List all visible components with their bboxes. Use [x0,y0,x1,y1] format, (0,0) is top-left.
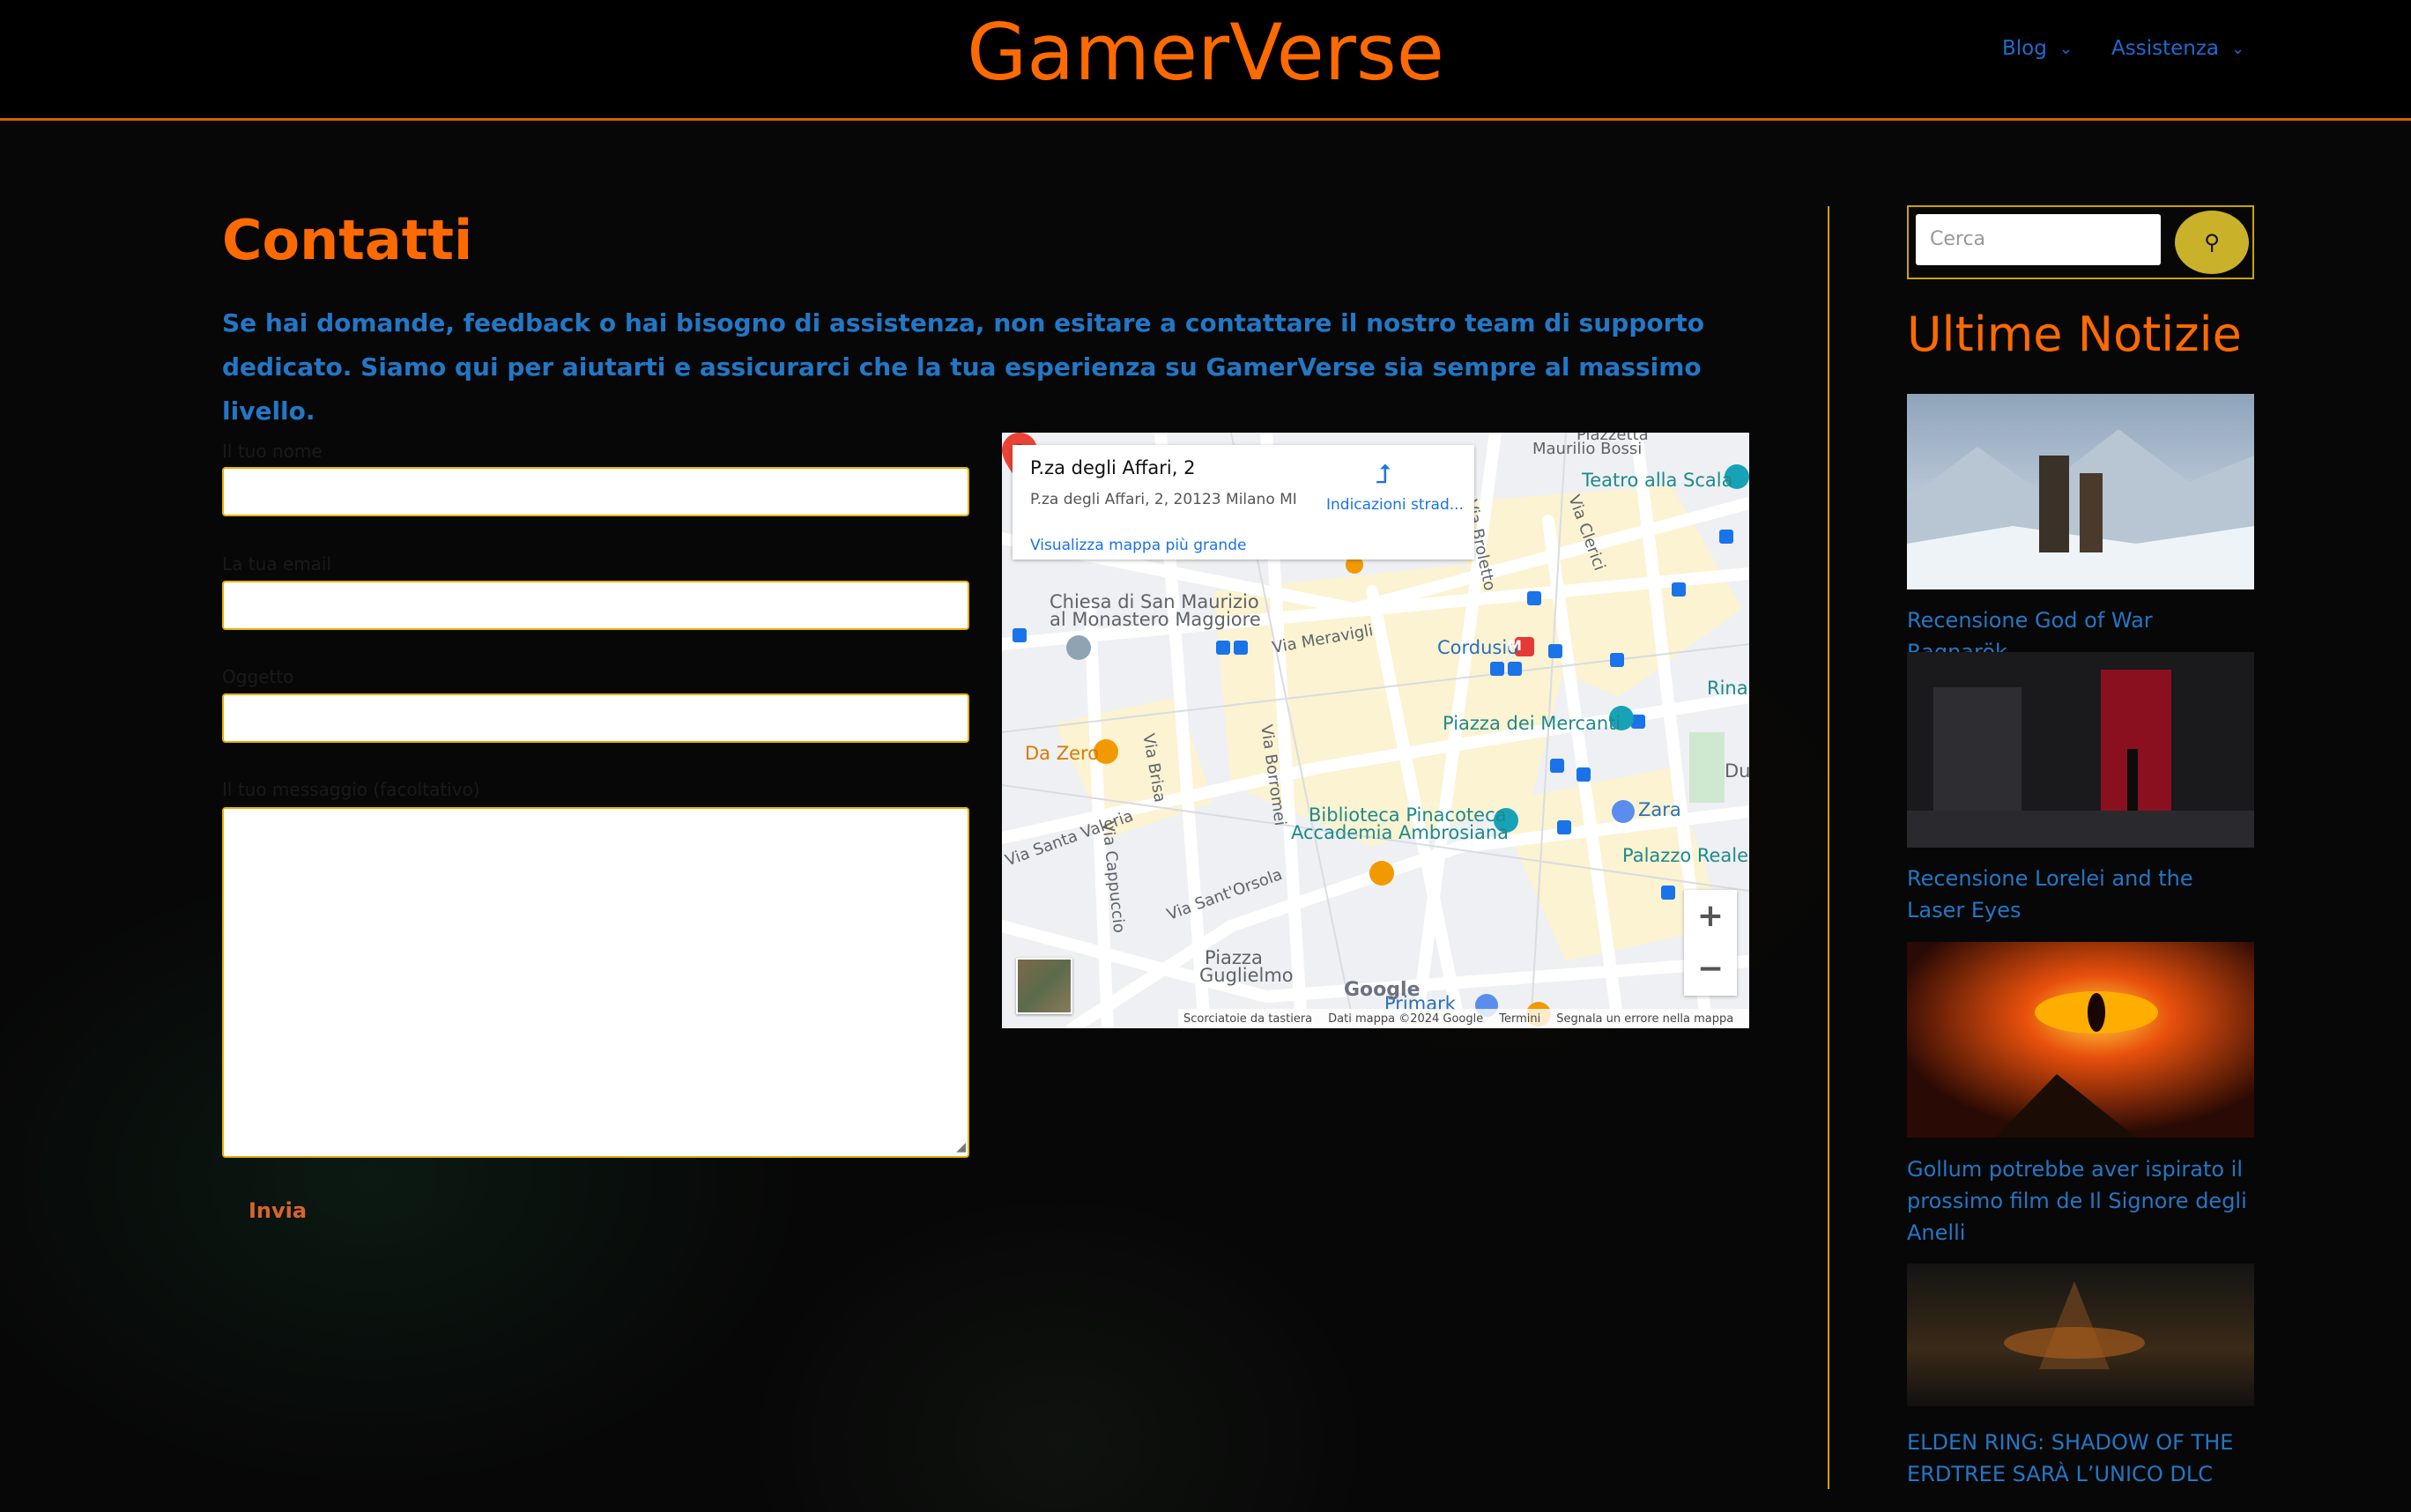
metro-icon: M [1508,637,1522,654]
submit-button[interactable]: Invia [249,1198,307,1223]
larger-map-link[interactable]: Visualizza mappa più grande [1030,537,1246,554]
satellite-layer-toggle[interactable] [1016,958,1072,1014]
chevron-down-icon: ⌄ [2231,39,2245,58]
zoom-in-button[interactable]: + [1684,890,1737,943]
search-icon: ⚲ [2204,230,2220,255]
news-image [1907,942,2254,1138]
subject-label: Oggetto [222,666,294,687]
map-label: Teatro alla Scala [1582,470,1733,491]
zoom-out-button[interactable]: − [1684,943,1737,996]
news-thumbnail[interactable] [1907,394,2254,589]
map-label: Maurilio Bossi [1532,440,1643,458]
page-title: Contatti [222,208,473,272]
map-label: Palazzo Reale [1622,845,1749,866]
news-thumbnail[interactable] [1907,942,2254,1138]
message-label: Il tuo messaggio (facoltativo) [222,779,480,800]
map-label: Piazza dei Mercanti [1443,713,1621,734]
map-attribution: Scorciatoie da tastiera Dati mappa ©2024… [1178,1009,1749,1028]
directions-icon[interactable]: ⮥ [1376,459,1391,490]
map-label: Rinas [1707,678,1749,699]
news-thumbnail[interactable] [1907,652,2254,848]
terms-link[interactable]: Termini [1499,1012,1540,1026]
report-error-link[interactable]: Segnala un errore nella mappa [1556,1012,1733,1026]
site-header: GamerVerse Blog ⌄ Assistenza ⌄ [0,0,2411,121]
resize-handle-icon[interactable]: ◢ [956,1140,966,1154]
map-label: Cordusio [1437,637,1519,658]
map-label: Accademia Ambrosiana [1291,822,1510,843]
news-thumbnail[interactable] [1907,1264,2254,1406]
sidebar-title: Ultime Notizie [1907,307,2242,362]
name-field[interactable] [222,467,969,516]
map-label: Zara [1638,799,1681,820]
search-button[interactable]: ⚲ [2175,211,2249,274]
name-label: Il tuo nome [222,441,323,462]
intro-text: Se hai domande, feedback o hai bisogno d… [222,308,1705,426]
map-label: Du [1725,760,1749,782]
google-logo: Google [1344,979,1421,1001]
subject-field[interactable] [222,693,969,743]
map-data-text: Dati mappa ©2024 Google [1328,1012,1484,1026]
email-label: La tua email [222,553,332,574]
news-image [1907,1264,2254,1406]
sidebar-divider [1828,206,1829,1489]
map-label: Guglielmo [1199,965,1294,986]
zoom-controls: + − [1684,890,1737,996]
place-address: P.za degli Affari, 2, 20123 Milano MI [1030,491,1297,508]
nav-label: Blog [2002,37,2047,60]
place-title: P.za degli Affari, 2 [1030,457,1196,478]
map-label: Da Zero [1025,743,1100,764]
nav-label: Assistenza [2111,37,2219,60]
search-form: Cerca ⚲ [1907,205,2254,279]
news-link[interactable]: ELDEN RING: SHADOW OF THE ERDTREE SARÀ L… [1907,1427,2254,1490]
news-link[interactable]: Recensione Lorelei and the Laser Eyes [1907,863,2254,926]
news-image [1907,394,2254,589]
place-info-card: P.za degli Affari, 2 P.za degli Affari, … [1013,445,1474,560]
keyboard-shortcuts-link[interactable]: Scorciatoie da tastiera [1183,1012,1312,1026]
news-link[interactable]: Gollum potrebbe aver ispirato il prossim… [1907,1153,2254,1249]
news-image [1907,652,2254,848]
map-label: al Monastero Maggiore [1050,609,1261,630]
nav-item-assistenza[interactable]: Assistenza ⌄ [2111,37,2244,60]
chevron-down-icon: ⌄ [2059,39,2073,58]
email-field[interactable] [222,581,969,630]
google-map[interactable]: Piazzetta Maurilio Bossi Teatro alla Sca… [1002,433,1749,1028]
message-textarea[interactable]: ◢ [222,807,969,1158]
search-input[interactable]: Cerca [1916,214,2161,265]
nav-item-blog[interactable]: Blog ⌄ [2002,37,2073,60]
directions-link[interactable]: Indicazioni strad... [1326,496,1464,514]
